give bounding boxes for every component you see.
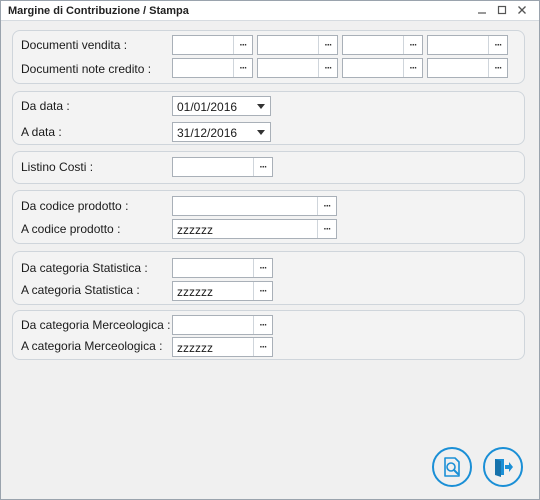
- listino-costi-input[interactable]: [173, 158, 253, 176]
- a-codice-prodotto-field[interactable]: zzzzzz ···: [172, 219, 337, 239]
- lookup-button[interactable]: ···: [233, 36, 252, 54]
- documenti-note-credito-input-4[interactable]: [428, 59, 488, 77]
- title-bar: Margine di Contribuzione / Stampa: [1, 1, 539, 21]
- listino-costi-field[interactable]: ···: [172, 157, 273, 177]
- lookup-button[interactable]: ···: [488, 59, 507, 77]
- lookup-button[interactable]: ···: [403, 59, 422, 77]
- a-data-label: A data :: [21, 125, 62, 139]
- report-window: Margine di Contribuzione / Stampa Docume…: [0, 0, 540, 500]
- window-controls: [473, 2, 531, 18]
- exit-button[interactable]: [483, 447, 523, 487]
- documenti-vendita-field-2[interactable]: ···: [257, 35, 338, 55]
- listino-costi-label: Listino Costi :: [21, 160, 94, 174]
- documenti-note-credito-input-2[interactable]: [258, 59, 318, 77]
- documenti-vendita-input-2[interactable]: [258, 36, 318, 54]
- a-categoria-merceologica-input[interactable]: zzzzzz: [173, 338, 253, 356]
- da-categoria-merceologica-input[interactable]: [173, 316, 253, 334]
- da-data-label: Da data :: [21, 99, 70, 113]
- a-data-input[interactable]: 31/12/2016: [173, 123, 251, 141]
- documenti-vendita-field-1[interactable]: ···: [172, 35, 253, 55]
- a-categoria-statistica-input[interactable]: zzzzzz: [173, 282, 253, 300]
- lookup-button[interactable]: ···: [253, 338, 272, 356]
- a-categoria-merceologica-label: A categoria Merceologica :: [21, 339, 163, 353]
- documenti-vendita-field-4[interactable]: ···: [427, 35, 508, 55]
- lookup-button[interactable]: ···: [253, 158, 272, 176]
- da-codice-prodotto-input[interactable]: [173, 197, 317, 215]
- da-categoria-statistica-input[interactable]: [173, 259, 253, 277]
- documenti-vendita-field-3[interactable]: ···: [342, 35, 423, 55]
- minimize-icon[interactable]: [473, 2, 491, 18]
- lookup-button[interactable]: ···: [253, 282, 272, 300]
- lookup-button[interactable]: ···: [253, 259, 272, 277]
- da-categoria-statistica-field[interactable]: ···: [172, 258, 273, 278]
- lookup-button[interactable]: ···: [233, 59, 252, 77]
- print-preview-icon: [444, 457, 460, 477]
- documenti-vendita-input-1[interactable]: [173, 36, 233, 54]
- lookup-button[interactable]: ···: [318, 59, 337, 77]
- lookup-button[interactable]: ···: [317, 197, 336, 215]
- lookup-button[interactable]: ···: [403, 36, 422, 54]
- documenti-note-credito-field-4[interactable]: ···: [427, 58, 508, 78]
- a-codice-prodotto-input[interactable]: zzzzzz: [173, 220, 317, 238]
- documenti-note-credito-input-3[interactable]: [343, 59, 403, 77]
- da-data-picker[interactable]: 01/01/2016: [172, 96, 271, 116]
- exit-door-icon: [495, 459, 513, 477]
- close-icon[interactable]: [513, 2, 531, 18]
- da-categoria-statistica-label: Da categoria Statistica :: [21, 261, 148, 275]
- documenti-note-credito-field-2[interactable]: ···: [257, 58, 338, 78]
- da-categoria-merceologica-label: Da categoria Merceologica :: [21, 318, 171, 332]
- documenti-vendita-label: Documenti vendita :: [21, 38, 128, 52]
- documenti-note-credito-input-1[interactable]: [173, 59, 233, 77]
- documenti-vendita-input-3[interactable]: [343, 36, 403, 54]
- a-categoria-merceologica-field[interactable]: zzzzzz ···: [172, 337, 273, 357]
- documenti-note-credito-label: Documenti note credito :: [21, 62, 152, 76]
- lookup-button[interactable]: ···: [253, 316, 272, 334]
- print-preview-button[interactable]: [432, 447, 472, 487]
- a-data-picker[interactable]: 31/12/2016: [172, 122, 271, 142]
- a-categoria-statistica-label: A categoria Statistica :: [21, 283, 140, 297]
- da-codice-prodotto-label: Da codice prodotto :: [21, 199, 129, 213]
- documenti-note-credito-field-3[interactable]: ···: [342, 58, 423, 78]
- da-codice-prodotto-field[interactable]: ···: [172, 196, 337, 216]
- chevron-down-icon[interactable]: [251, 123, 270, 141]
- da-categoria-merceologica-field[interactable]: ···: [172, 315, 273, 335]
- documenti-note-credito-field-1[interactable]: ···: [172, 58, 253, 78]
- da-data-input[interactable]: 01/01/2016: [173, 97, 251, 115]
- a-codice-prodotto-label: A codice prodotto :: [21, 222, 121, 236]
- window-title: Margine di Contribuzione / Stampa: [8, 5, 189, 17]
- lookup-button[interactable]: ···: [488, 36, 507, 54]
- a-categoria-statistica-field[interactable]: zzzzzz ···: [172, 281, 273, 301]
- chevron-down-icon[interactable]: [251, 97, 270, 115]
- documenti-vendita-input-4[interactable]: [428, 36, 488, 54]
- maximize-icon[interactable]: [493, 2, 511, 18]
- lookup-button[interactable]: ···: [317, 220, 336, 238]
- lookup-button[interactable]: ···: [318, 36, 337, 54]
